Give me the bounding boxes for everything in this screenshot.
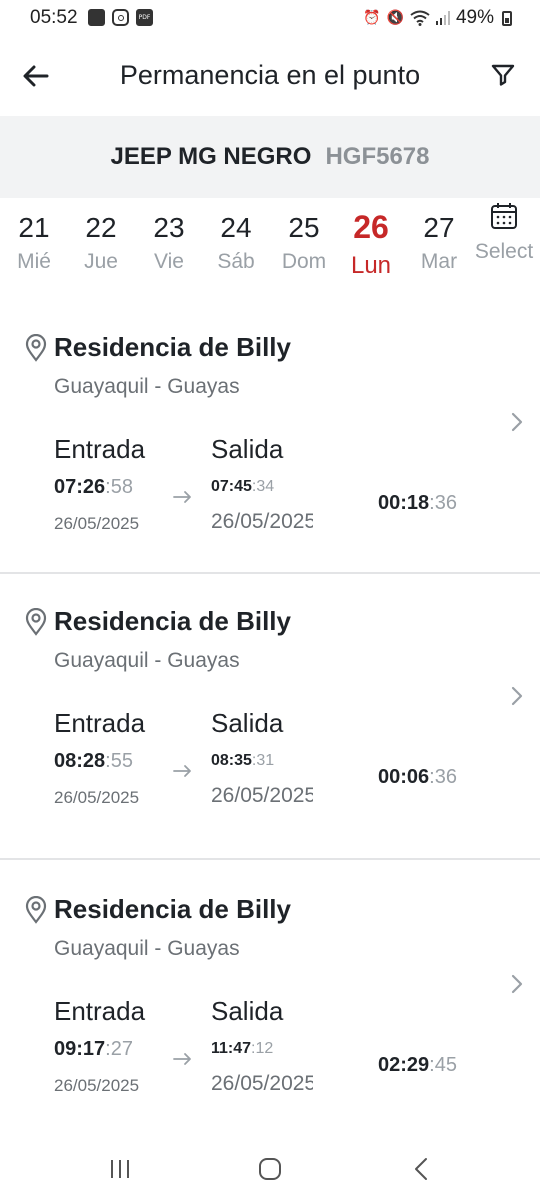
exit-label: Salida: [211, 708, 284, 738]
chevron-right-icon: [511, 974, 523, 994]
exit-time: 11:47:12: [211, 1040, 274, 1057]
stay-duration: 00:18:36: [378, 492, 457, 514]
status-system-icons: ⏰ 🔇 49%: [363, 7, 512, 29]
day-item[interactable]: 27 Mar: [409, 212, 469, 274]
entry-label: Entrada: [54, 996, 146, 1026]
day-number: 25: [288, 212, 320, 243]
pdf-icon: PDF: [136, 9, 153, 26]
system-back-button[interactable]: [402, 1154, 442, 1184]
entry-label: Entrada: [54, 708, 146, 738]
arrow-right-icon: [173, 491, 191, 503]
day-name: Mar: [420, 250, 458, 273]
entry-date: 26/05/2025: [54, 514, 140, 533]
mute-icon: 🔇: [386, 10, 404, 26]
vehicle-name: JEEP MG NEGRO: [110, 143, 312, 170]
day-number: 24: [220, 212, 252, 243]
location-pin-icon: [25, 608, 47, 636]
arrow-right-icon: [173, 1053, 191, 1065]
status-time: 05:52: [30, 7, 78, 28]
select-date-label: Select: [474, 240, 534, 263]
exit-label: Salida: [211, 996, 284, 1026]
stay-record-card[interactable]: Residencia de Billy Guayaquil - Guayas E…: [0, 872, 540, 1134]
recents-button[interactable]: [100, 1154, 140, 1184]
filter-button[interactable]: [488, 60, 518, 90]
exit-date: 26/05/2025: [211, 510, 313, 532]
battery-text: 49%: [455, 7, 494, 28]
day-item[interactable]: 24 Sáb: [206, 212, 266, 274]
day-number: 22: [85, 212, 117, 243]
day-number: 23: [153, 212, 185, 243]
day-number: 21: [18, 212, 50, 243]
stay-duration: 00:06:36: [378, 766, 457, 788]
day-name: Sáb: [217, 250, 255, 273]
entry-date: 26/05/2025: [54, 788, 140, 807]
day-item[interactable]: 21 Mié: [4, 212, 64, 274]
date-selector: 21 Mié 22 Jue 23 Vie 24 Sáb 25 Dom 26 Lu…: [0, 198, 540, 298]
stay-duration: 02:29:45: [378, 1054, 457, 1076]
place-region: Guayaquil - Guayas: [54, 937, 240, 960]
app-header: Permanencia en el punto: [0, 36, 540, 116]
day-number: 26: [353, 209, 389, 245]
image-icon: [88, 9, 105, 26]
select-date-button[interactable]: Select: [474, 202, 534, 264]
wifi-icon: [410, 10, 430, 26]
entry-time: 09:17:27: [54, 1038, 133, 1060]
day-name: Lun: [350, 252, 392, 279]
location-pin-icon: [25, 896, 47, 924]
day-name: Jue: [84, 250, 118, 273]
arrow-right-icon: [173, 765, 191, 777]
chevron-right-icon: [511, 686, 523, 706]
day-name: Vie: [154, 250, 184, 273]
system-nav-bar: [0, 1134, 540, 1204]
day-item-selected[interactable]: 26 Lun: [341, 209, 401, 280]
home-icon: [259, 1158, 281, 1180]
vehicle-plate: HGF5678: [325, 143, 430, 170]
entry-time: 08:28:55: [54, 750, 133, 772]
place-name: Residencia de Billy: [54, 332, 291, 362]
alarm-icon: ⏰: [363, 10, 381, 26]
vehicle-banner: JEEP MG NEGRO HGF5678: [0, 116, 540, 198]
day-name: Mié: [17, 250, 51, 273]
battery-icon: [502, 10, 512, 26]
status-notifications: PDF: [88, 9, 153, 26]
place-name: Residencia de Billy: [54, 894, 291, 924]
exit-label: Salida: [211, 434, 284, 464]
day-item[interactable]: 22 Jue: [71, 212, 131, 274]
instagram-icon: [112, 9, 129, 26]
home-button[interactable]: [250, 1154, 290, 1184]
calendar-icon: [491, 203, 517, 229]
entry-label: Entrada: [54, 434, 146, 464]
status-bar: 05:52 PDF ⏰ 🔇 49%: [0, 0, 540, 36]
place-region: Guayaquil - Guayas: [54, 375, 240, 398]
signal-icon: [435, 11, 450, 25]
page-title: Permanencia en el punto: [119, 60, 421, 90]
filter-icon: [491, 64, 515, 86]
day-number: 27: [423, 212, 455, 243]
stay-record-card[interactable]: Residencia de Billy Guayaquil - Guayas E…: [0, 310, 540, 574]
exit-time: 07:45:34: [211, 478, 275, 495]
recents-icon: [111, 1160, 129, 1178]
day-name: Dom: [281, 250, 327, 273]
location-pin-icon: [25, 334, 47, 362]
stay-record-card[interactable]: Residencia de Billy Guayaquil - Guayas E…: [0, 584, 540, 860]
exit-date: 26/05/2025: [211, 1072, 313, 1094]
day-item[interactable]: 25 Dom: [274, 212, 334, 274]
entry-time: 07:26:58: [54, 476, 133, 498]
day-item[interactable]: 23 Vie: [139, 212, 199, 274]
back-chevron-icon: [415, 1158, 427, 1180]
exit-date: 26/05/2025: [211, 784, 313, 806]
place-region: Guayaquil - Guayas: [54, 649, 240, 672]
exit-time: 08:35:31: [211, 752, 275, 769]
entry-date: 26/05/2025: [54, 1076, 140, 1095]
place-name: Residencia de Billy: [54, 606, 291, 636]
chevron-right-icon: [511, 412, 523, 432]
